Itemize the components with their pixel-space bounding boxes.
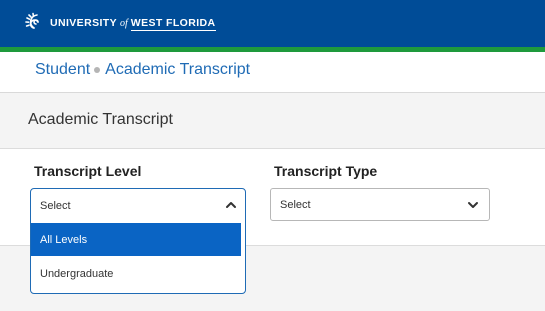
chevron-up-icon — [226, 202, 236, 208]
chevron-down-icon — [468, 202, 478, 208]
transcript-type-value: Select — [280, 198, 311, 211]
breadcrumb-separator-dot — [94, 67, 101, 73]
university-wordmark: UNIVERSITY of WEST FLORIDA — [50, 17, 216, 31]
transcript-level-value: Select — [40, 199, 71, 212]
university-logo[interactable]: UNIVERSITY of WEST FLORIDA — [24, 12, 216, 34]
wordmark-west-florida: WEST FLORIDA — [130, 17, 216, 31]
transcript-type-label: Transcript Type — [274, 163, 378, 179]
transcript-level-select[interactable]: Select — [31, 189, 245, 222]
option-all-levels[interactable]: All Levels — [31, 223, 241, 256]
option-undergraduate[interactable]: Undergraduate — [31, 257, 241, 290]
breadcrumb-student-link[interactable]: Student — [35, 61, 90, 79]
breadcrumb-academic-transcript-link[interactable]: Academic Transcript — [105, 61, 250, 79]
transcript-level-dropdown[interactable]: Select All Levels Undergraduate — [30, 188, 246, 294]
banner-accent-stripe — [0, 47, 545, 52]
page-title: Academic Transcript — [28, 111, 173, 128]
wordmark-of: of — [120, 18, 128, 29]
transcript-level-label: Transcript Level — [34, 163, 142, 179]
wordmark-university: UNIVERSITY — [50, 17, 118, 29]
nautilus-shell-icon — [25, 12, 39, 29]
transcript-type-select[interactable]: Select — [270, 188, 490, 221]
breadcrumb: Student Academic Transcript — [35, 61, 250, 79]
